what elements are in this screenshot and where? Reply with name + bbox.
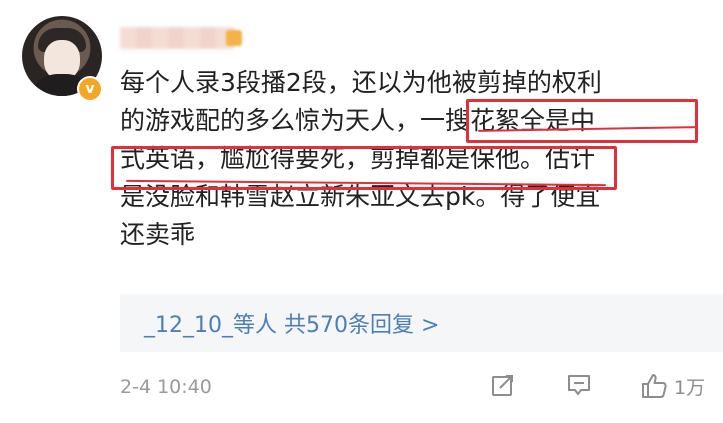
timestamp: 2-4 10:40 bbox=[120, 376, 212, 398]
comment-line: 还卖乖 bbox=[120, 220, 196, 249]
replies-link[interactable]: _12_10_等人 共570条回复 > bbox=[144, 307, 439, 339]
comment-footer: 2-4 10:40 1万 bbox=[120, 368, 715, 408]
replies-summary[interactable]: _12_10_等人 共570条回复 > bbox=[120, 294, 723, 352]
comment-icon bbox=[568, 375, 590, 395]
highlight-box-top bbox=[466, 99, 698, 143]
like-count: 1万 bbox=[674, 376, 706, 399]
like-icon bbox=[642, 374, 667, 398]
comment-line: 每个人录3段播2段，还以为他被剪掉的权利 bbox=[120, 68, 602, 97]
share-button[interactable] bbox=[490, 372, 516, 398]
comment-button[interactable] bbox=[566, 372, 592, 398]
username-blurred[interactable] bbox=[120, 27, 234, 49]
verified-badge-icon: v bbox=[77, 76, 103, 102]
like-button[interactable]: 1万 bbox=[640, 372, 705, 400]
member-badge-icon bbox=[226, 30, 242, 46]
share-icon bbox=[492, 375, 513, 396]
